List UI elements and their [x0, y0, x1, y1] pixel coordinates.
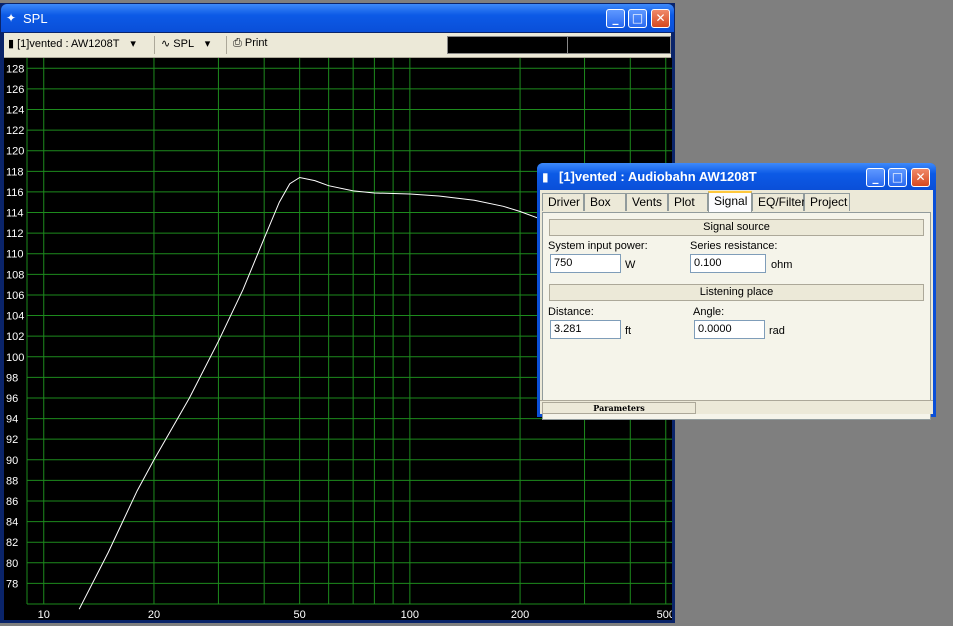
x-tick-label: 100 [401, 609, 419, 620]
tab-signal[interactable]: Signal [708, 191, 752, 212]
close-button[interactable]: ✕ [651, 9, 670, 28]
y-tick-label: 98 [6, 372, 18, 384]
readout-display-right [567, 36, 671, 54]
y-tick-label: 120 [6, 146, 24, 158]
y-tick-label: 88 [6, 475, 18, 487]
y-tick-label: 104 [6, 311, 24, 323]
y-tick-label: 108 [6, 269, 24, 281]
spl-titlebar[interactable]: ✦ SPL _ □ ✕ [1, 4, 674, 32]
y-tick-label: 84 [6, 517, 18, 529]
spl-window-title: SPL [23, 11, 48, 26]
tab-project[interactable]: Project [804, 193, 850, 211]
parameters-titlebar[interactable]: ▮ [1]vented : Audiobahn AW1208T _ □ ✕ [537, 163, 936, 190]
x-tick-label: 10 [38, 609, 50, 620]
signal-tab-panel: Signal source System input power: 750 W … [542, 212, 931, 420]
y-tick-label: 100 [6, 352, 24, 364]
toolbar-separator [154, 36, 155, 54]
printer-icon: ⎙ [233, 37, 242, 49]
angle-unit: rad [769, 325, 785, 337]
y-tick-label: 80 [6, 558, 18, 570]
crosshair-icon: ✦ [6, 11, 17, 25]
y-tick-label: 78 [6, 578, 18, 590]
y-tick-label: 106 [6, 290, 24, 302]
print-label: Print [244, 37, 268, 49]
wave-icon: ∿ [161, 38, 171, 50]
y-tick-label: 110 [6, 249, 24, 261]
parameters-window: ▮ [1]vented : Audiobahn AW1208T _ □ ✕ Dr… [537, 163, 936, 420]
minimize-button[interactable]: _ [866, 168, 885, 187]
y-tick-label: 122 [6, 125, 24, 137]
parameters-statusbar: Parameters [540, 400, 933, 414]
distance-label: Distance: [548, 306, 594, 318]
tab-driver[interactable]: Driver [542, 193, 584, 211]
project-select[interactable]: ▮ [1]vented : AW1208T ▾ [8, 37, 136, 53]
spl-toolbar: ▮ [1]vented : AW1208T ▾ ∿ SPL ▾ ⎙ Print [4, 33, 671, 58]
maximize-button[interactable]: □ [628, 9, 647, 28]
distance-unit: ft [625, 325, 632, 337]
listening-place-header: Listening place [549, 284, 924, 301]
tab-eq-filter[interactable]: EQ/Filter [752, 193, 805, 211]
series-resistance-unit: ohm [771, 259, 793, 271]
y-tick-label: 124 [6, 105, 24, 117]
minimize-button[interactable]: _ [606, 9, 625, 28]
tab-box[interactable]: Box [584, 193, 626, 211]
y-tick-label: 102 [6, 331, 24, 343]
x-tick-label: 500 [657, 609, 672, 620]
input-power-unit: W [625, 259, 636, 271]
input-power-label: System input power: [548, 240, 648, 252]
y-tick-label: 118 [6, 166, 24, 178]
tab-vents[interactable]: Vents [626, 193, 668, 211]
signal-source-header: Signal source [549, 219, 924, 236]
readout-display-left [447, 36, 568, 54]
y-tick-label: 94 [6, 414, 18, 426]
y-tick-label: 90 [6, 455, 18, 467]
toolbar-separator [226, 36, 227, 54]
series-resistance-label: Series resistance: [690, 240, 778, 252]
distance-field[interactable]: 3.281 [550, 320, 621, 339]
y-tick-label: 114 [6, 208, 24, 220]
x-tick-label: 20 [148, 609, 160, 620]
mode-select[interactable]: ∿ SPL ▾ [161, 37, 210, 53]
maximize-button[interactable]: □ [888, 168, 907, 187]
speaker-icon: ▮ [542, 170, 549, 184]
chevron-down-icon: ▾ [204, 38, 211, 50]
x-tick-label: 50 [294, 609, 306, 620]
project-select-label: [1]vented : AW1208T [17, 38, 120, 50]
y-tick-label: 128 [6, 63, 24, 75]
x-tick-label: 200 [511, 609, 529, 620]
parameters-window-title: [1]vented : Audiobahn AW1208T [559, 169, 757, 184]
chevron-down-icon: ▾ [130, 38, 136, 50]
close-button[interactable]: ✕ [911, 168, 930, 187]
y-tick-label: 96 [6, 393, 18, 405]
series-resistance-field[interactable]: 0.100 [690, 254, 766, 273]
angle-field[interactable]: 0.0000 [694, 320, 765, 339]
mode-select-label: SPL [173, 38, 194, 50]
spl-curve [78, 176, 556, 610]
print-button[interactable]: ⎙ Print [233, 37, 268, 53]
parameters-body: Driver Box Vents Plot Signal EQ/Filter P… [540, 190, 933, 420]
y-tick-label: 82 [6, 537, 18, 549]
status-pane: Parameters [542, 402, 696, 414]
input-power-field[interactable]: 750 [550, 254, 621, 273]
y-tick-label: 112 [6, 228, 24, 240]
tab-plot[interactable]: Plot [668, 193, 708, 211]
angle-label: Angle: [693, 306, 725, 318]
y-tick-label: 92 [6, 434, 18, 446]
y-tick-label: 126 [6, 84, 24, 96]
y-tick-label: 116 [6, 187, 24, 199]
y-tick-label: 86 [6, 496, 18, 508]
speaker-icon: ▮ [8, 38, 15, 50]
